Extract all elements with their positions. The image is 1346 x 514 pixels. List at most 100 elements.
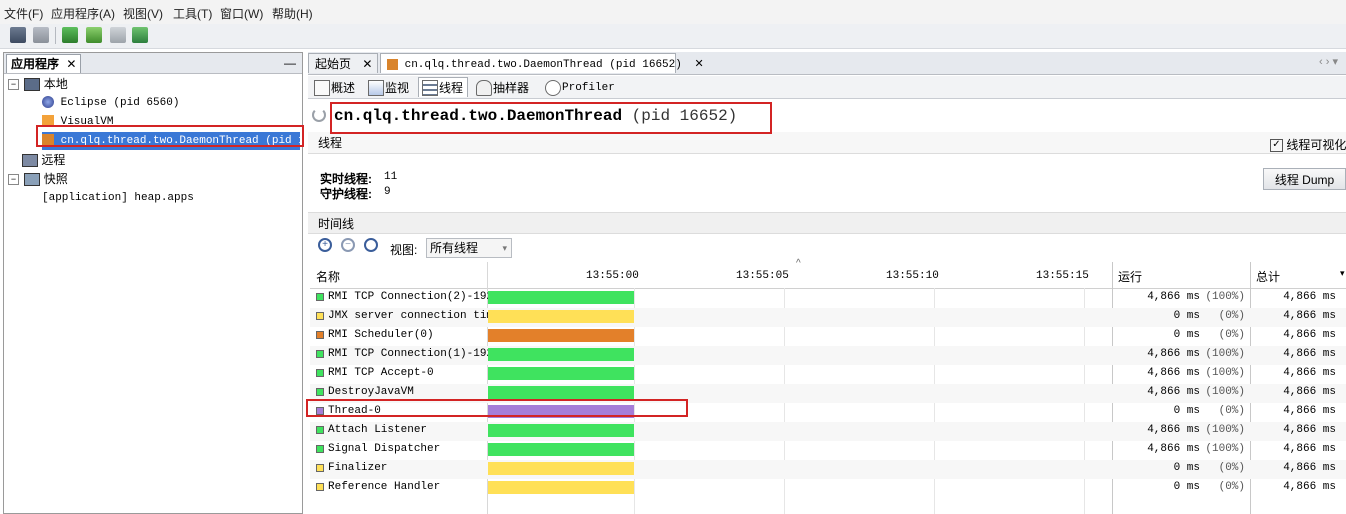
thread-run-percent: (100%) [1205, 348, 1245, 360]
visualize-threads-checkbox[interactable]: ✓ 线程可视化 [1270, 136, 1346, 153]
column-menu-icon[interactable]: ▾ [1340, 268, 1345, 279]
sort-up-icon: ^ [796, 258, 801, 269]
thread-run-percent: (0%) [1218, 481, 1245, 493]
daemon-threads-value: 9 [384, 186, 391, 198]
tree-node-heap-apps[interactable]: [application] heap.apps [42, 189, 194, 207]
thread-row[interactable]: RMI Scheduler(0) 0 ms (0%) 4,866 ms [310, 327, 1346, 346]
highlight-box [36, 125, 304, 147]
thread-name: Attach Listener [328, 424, 428, 436]
save-icon[interactable] [33, 27, 49, 43]
heap-dump-icon[interactable] [86, 27, 102, 43]
tab-threads[interactable]: 线程 [418, 77, 469, 97]
thread-row[interactable]: Finalizer 0 ms (0%) 4,866 ms [310, 460, 1346, 479]
threads-icon [422, 80, 438, 96]
menu-view[interactable]: 视图(V) [123, 5, 163, 22]
zoom-in-icon[interactable]: + [318, 238, 332, 252]
tree-label-eclipse: Eclipse (pid 6560) [60, 97, 180, 109]
tab-start-label: 起始页 [315, 57, 352, 71]
thread-run-percent: (0%) [1218, 462, 1245, 474]
thread-row[interactable]: RMI TCP Accept-0 4,866 ms (100%) 4,866 ms [310, 365, 1346, 384]
thread-run-percent: (100%) [1205, 386, 1245, 398]
thread-state-swatch [316, 369, 324, 377]
thread-name: Signal Dispatcher [328, 443, 441, 455]
tab-start-page[interactable]: 起始页 ✕ [308, 53, 378, 73]
menu-help[interactable]: 帮助(H) [272, 5, 313, 22]
col-name[interactable]: 名称 [316, 268, 340, 285]
thread-run-percent: (0%) [1218, 405, 1245, 417]
tab-applications[interactable]: 应用程序 ✕ [6, 54, 82, 73]
eclipse-icon [42, 96, 54, 109]
toolbar-separator [55, 27, 56, 44]
tab-daemonthread[interactable]: cn.qlq.thread.two.DaemonThread (pid 1665… [380, 53, 704, 73]
snapshot-icon[interactable] [110, 27, 126, 43]
toolbar [0, 24, 1346, 49]
collapse-icon[interactable]: − [8, 174, 19, 186]
thread-total-time: 4,866 ms [1283, 348, 1336, 360]
tab-sampler[interactable]: 抽样器 [472, 77, 534, 97]
thread-timeline-bar [488, 310, 634, 323]
timeline-grid-header: 名称 13:55:00 13:55:05 13:55:10 13:55:15 ^… [310, 258, 1346, 289]
thread-timeline-bar [488, 367, 634, 380]
thread-row[interactable]: Signal Dispatcher 4,866 ms (100%) 4,866 ms [310, 441, 1346, 460]
collapse-icon[interactable]: − [8, 79, 19, 91]
thread-row[interactable]: Reference Handler 0 ms (0%) 4,866 ms [310, 479, 1346, 498]
col-total[interactable]: 总计 [1256, 268, 1280, 285]
thread-state-swatch [316, 350, 324, 358]
thread-dump-button[interactable]: 线程 Dump [1263, 168, 1346, 190]
thread-row[interactable]: RMI TCP Connection(2)-192.1 4,866 ms (100%… [310, 289, 1346, 308]
open-icon[interactable] [10, 27, 26, 43]
computer-icon [24, 78, 41, 92]
view-subtabs: 概述 监视 线程 抽样器 Profiler [308, 76, 1346, 99]
zoom-fit-icon[interactable] [364, 238, 378, 252]
tab-profiler[interactable]: Profiler [541, 77, 620, 97]
col-run[interactable]: 运行 [1118, 268, 1142, 285]
minimize-icon[interactable]: — [284, 56, 296, 70]
thread-run-time: 4,866 ms [1147, 443, 1200, 455]
tree-node-remote[interactable]: 远程 [22, 151, 65, 169]
menu-tools[interactable]: 工具(T) [173, 5, 212, 22]
thread-run-percent: (100%) [1205, 291, 1245, 303]
tree-node-snapshots[interactable]: − 快照 [8, 170, 68, 188]
thread-total-time: 4,866 ms [1283, 386, 1336, 398]
thread-name: DestroyJavaVM [328, 386, 414, 398]
thread-run-time: 0 ms [1173, 405, 1200, 417]
daemon-threads-label: 守护线程: [320, 187, 372, 201]
close-icon[interactable]: ✕ [66, 57, 76, 71]
tick-0: 13:55:00 [586, 270, 639, 282]
menu-application[interactable]: 应用程序(A) [51, 5, 115, 22]
tab-applications-label: 应用程序 [11, 57, 60, 71]
thread-total-time: 4,866 ms [1283, 329, 1336, 341]
close-icon[interactable]: ✕ [362, 57, 372, 71]
tree-label-remote: 远程 [41, 153, 66, 167]
thread-run-time: 4,866 ms [1147, 291, 1200, 303]
main-panel: 起始页 ✕ cn.qlq.thread.two.DaemonThread (pi… [306, 52, 1346, 514]
zoom-out-icon[interactable]: − [341, 238, 355, 252]
tab-overview[interactable]: 概述 [310, 77, 360, 97]
thread-row[interactable]: Attach Listener 4,866 ms (100%) 4,866 ms [310, 422, 1346, 441]
thread-name: RMI Scheduler(0) [328, 329, 434, 341]
menu-window[interactable]: 窗口(W) [220, 5, 263, 22]
tab-sampler-label: 抽样器 [493, 81, 530, 95]
tab-nav-arrows-icon[interactable]: ‹ › ▾ [1319, 55, 1338, 68]
tab-monitor[interactable]: 监视 [364, 77, 414, 97]
thread-total-time: 4,866 ms [1283, 310, 1336, 322]
thread-state-swatch [316, 331, 324, 339]
thread-name: JMX server connection timeo [328, 310, 488, 322]
tree-label-local: 本地 [43, 77, 68, 91]
timeline-section-header: 时间线 [308, 212, 1346, 234]
tick-2: 13:55:10 [886, 270, 939, 282]
tree-node-eclipse[interactable]: Eclipse (pid 6560) [42, 94, 179, 112]
tick-1: 13:55:05 [736, 270, 789, 282]
menu-file[interactable]: 文件(F) [4, 5, 43, 22]
thread-total-time: 4,866 ms [1283, 291, 1336, 303]
thread-row[interactable]: JMX server connection timeo 0 ms (0%) 4,866… [310, 308, 1346, 327]
thread-state-swatch [316, 483, 324, 491]
view-select[interactable]: 所有线程 ▾ [426, 238, 512, 258]
add-jmx-icon[interactable] [62, 27, 78, 43]
thread-row[interactable]: RMI TCP Connection(1)-192.1 4,866 ms (100%… [310, 346, 1346, 365]
tree-node-local[interactable]: − 本地 [8, 75, 68, 93]
view-label: 视图: [390, 243, 418, 257]
close-icon[interactable]: ✕ [694, 58, 703, 70]
thread-total-time: 4,866 ms [1283, 424, 1336, 436]
compare-icon[interactable] [132, 27, 148, 43]
